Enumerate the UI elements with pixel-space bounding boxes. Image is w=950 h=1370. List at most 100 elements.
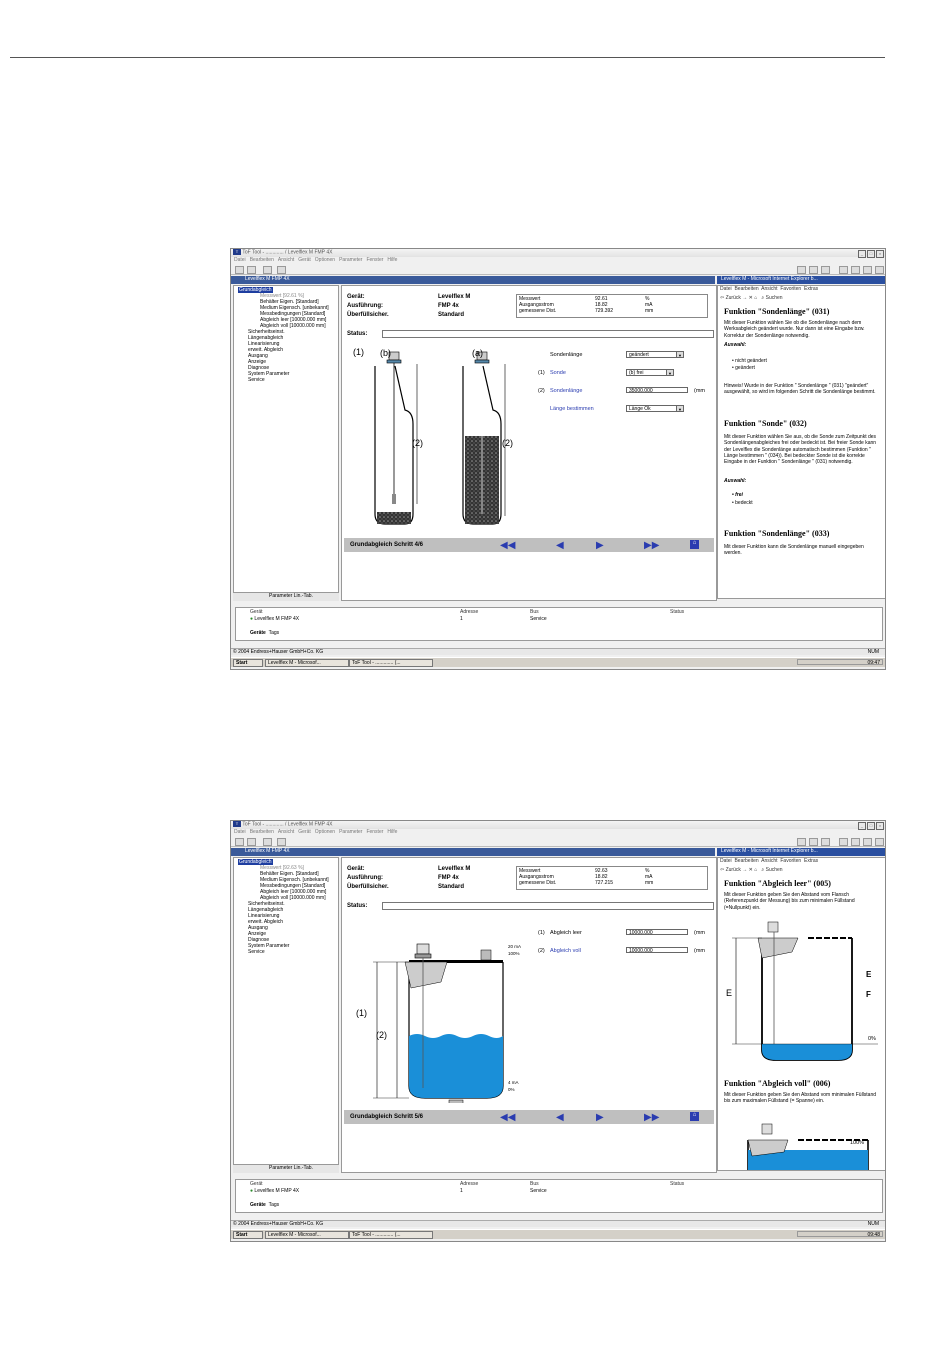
tab-parameter[interactable]: Parameter xyxy=(269,593,292,599)
prev-step-icon[interactable]: ◀ xyxy=(556,540,564,553)
tool-icon[interactable] xyxy=(851,266,860,274)
menu-datei[interactable]: Datei xyxy=(234,257,246,263)
param-laenge-label[interactable]: Länge bestimmen xyxy=(550,406,594,413)
tool2-icon[interactable] xyxy=(863,266,872,274)
tool3-icon[interactable] xyxy=(875,838,884,846)
menu-optionen[interactable]: Optionen xyxy=(315,829,335,835)
search-icon[interactable]: ⌕ xyxy=(761,295,764,301)
view-icon[interactable] xyxy=(797,838,806,846)
tree-group[interactable]: Service xyxy=(248,949,265,955)
abgleich-leer-input[interactable]: 10000.000 xyxy=(626,929,688,936)
first-step-icon[interactable]: ◀◀ xyxy=(500,1112,515,1125)
ie-menu-item[interactable]: Ansicht xyxy=(761,858,777,864)
view2-icon[interactable] xyxy=(809,838,818,846)
last-step-icon[interactable]: ▶▶ xyxy=(644,1112,659,1125)
prev-step-icon[interactable]: ◀ xyxy=(556,1112,564,1125)
menu-parameter[interactable]: Parameter xyxy=(339,257,362,263)
tree-group[interactable]: Service xyxy=(248,377,265,383)
binoculars-icon[interactable] xyxy=(839,266,848,274)
table-row[interactable]: ● Levelflex M FMP 4X xyxy=(250,616,299,622)
menu-geraet[interactable]: Gerät xyxy=(298,829,311,835)
menu-hilfe[interactable]: Hilfe xyxy=(387,829,397,835)
menu-geraet[interactable]: Gerät xyxy=(298,257,311,263)
tool-icon[interactable] xyxy=(851,838,860,846)
menu-ansicht[interactable]: Ansicht xyxy=(278,829,294,835)
start-button[interactable]: Start xyxy=(233,659,263,667)
search-icon[interactable]: ⌕ xyxy=(761,867,764,873)
column-header[interactable]: Adresse xyxy=(460,1181,478,1187)
menu-bearbeiten[interactable]: Bearbeiten xyxy=(250,829,274,835)
ie-menu-item[interactable]: Extras xyxy=(804,858,818,864)
task-button[interactable]: Levelflex M - Microsof... xyxy=(265,659,349,667)
column-header[interactable]: Status xyxy=(670,1181,684,1187)
view-icon[interactable] xyxy=(797,266,806,274)
task-button[interactable]: ToF Tool - ............. (... xyxy=(349,1231,433,1239)
ie-back-button[interactable]: Zurück xyxy=(726,295,741,301)
last-step-icon[interactable]: ▶▶ xyxy=(644,540,659,553)
help-icon[interactable] xyxy=(277,838,286,846)
view3-icon[interactable] xyxy=(821,266,830,274)
print-icon[interactable] xyxy=(263,266,272,274)
ie-menu-item[interactable]: Ansicht xyxy=(761,286,777,292)
tab-tags[interactable]: Tags xyxy=(269,630,280,636)
ie-search-button[interactable]: Suchen xyxy=(766,867,783,873)
tab-geraete[interactable]: Geräte xyxy=(250,1202,266,1208)
next-step-icon[interactable]: ▶ xyxy=(596,1112,604,1125)
param-sondenlaenge2-label[interactable]: Sondenlänge xyxy=(550,388,582,395)
view3-icon[interactable] xyxy=(821,838,830,846)
task-button[interactable]: ToF Tool - ............. (... xyxy=(349,659,433,667)
column-header[interactable]: Adresse xyxy=(460,609,478,615)
start-button[interactable]: Start xyxy=(233,1231,263,1239)
param-abgleich-voll-label[interactable]: Abgleich voll xyxy=(550,948,581,955)
menu-parameter[interactable]: Parameter xyxy=(339,829,362,835)
ie-menu-item[interactable]: Favoriten xyxy=(780,286,801,292)
open-icon[interactable] xyxy=(235,266,244,274)
task-button[interactable]: Levelflex M - Microsof... xyxy=(265,1231,349,1239)
ie-menu-item[interactable]: Datei xyxy=(720,286,732,292)
view2-icon[interactable] xyxy=(809,266,818,274)
open-icon[interactable] xyxy=(235,838,244,846)
tab-lin-tab[interactable]: Lin.-Tab. xyxy=(294,1165,313,1171)
sonde-select[interactable]: (b) frei ▼ xyxy=(626,369,674,376)
column-header[interactable]: Bus xyxy=(530,1181,539,1187)
sondenlaenge-input[interactable]: 35000.000 xyxy=(626,387,688,394)
back-icon[interactable]: ⇦ xyxy=(720,867,724,873)
column-header[interactable]: Status xyxy=(670,609,684,615)
column-header[interactable]: Gerät xyxy=(250,609,263,615)
menu-ansicht[interactable]: Ansicht xyxy=(278,257,294,263)
ie-menu-item[interactable]: Extras xyxy=(804,286,818,292)
ie-menu-item[interactable]: Bearbeiten xyxy=(734,286,758,292)
first-step-icon[interactable]: ◀◀ xyxy=(500,540,515,553)
ie-menu-item[interactable]: Bearbeiten xyxy=(734,858,758,864)
tab-tags[interactable]: Tags xyxy=(269,1202,280,1208)
save-icon[interactable] xyxy=(247,838,256,846)
column-header[interactable]: Gerät xyxy=(250,1181,263,1187)
menu-fenster[interactable]: Fenster xyxy=(366,829,383,835)
ie-menu-item[interactable]: Favoriten xyxy=(780,858,801,864)
tab-parameter[interactable]: Parameter xyxy=(269,1165,292,1171)
ie-back-button[interactable]: Zurück xyxy=(726,867,741,873)
back-icon[interactable]: ⇦ xyxy=(720,295,724,301)
tool3-icon[interactable] xyxy=(875,266,884,274)
tab-geraete[interactable]: Geräte xyxy=(250,630,266,636)
column-header[interactable]: Bus xyxy=(530,609,539,615)
binoculars-icon[interactable] xyxy=(839,838,848,846)
sondenlaenge-select[interactable]: geändert ▼ xyxy=(626,351,684,358)
table-row[interactable]: ● Levelflex M FMP 4X xyxy=(250,1188,299,1194)
tab-lin-tab[interactable]: Lin.-Tab. xyxy=(294,593,313,599)
menu-bearbeiten[interactable]: Bearbeiten xyxy=(250,257,274,263)
abgleich-voll-input[interactable]: 10000.000 xyxy=(626,947,688,954)
next-step-icon[interactable]: ▶ xyxy=(596,540,604,553)
tool2-icon[interactable] xyxy=(863,838,872,846)
ie-menu-item[interactable]: Datei xyxy=(720,858,732,864)
menu-optionen[interactable]: Optionen xyxy=(315,257,335,263)
home-icon[interactable]: ⌂ xyxy=(690,540,699,549)
save-icon[interactable] xyxy=(247,266,256,274)
home-icon[interactable]: ⌂ xyxy=(690,1112,699,1121)
menu-datei[interactable]: Datei xyxy=(234,829,246,835)
menu-hilfe[interactable]: Hilfe xyxy=(387,257,397,263)
laenge-select[interactable]: Länge Ok ▼ xyxy=(626,405,684,412)
ie-search-button[interactable]: Suchen xyxy=(766,295,783,301)
menu-fenster[interactable]: Fenster xyxy=(366,257,383,263)
param-sonde-label[interactable]: Sonde xyxy=(550,370,566,377)
